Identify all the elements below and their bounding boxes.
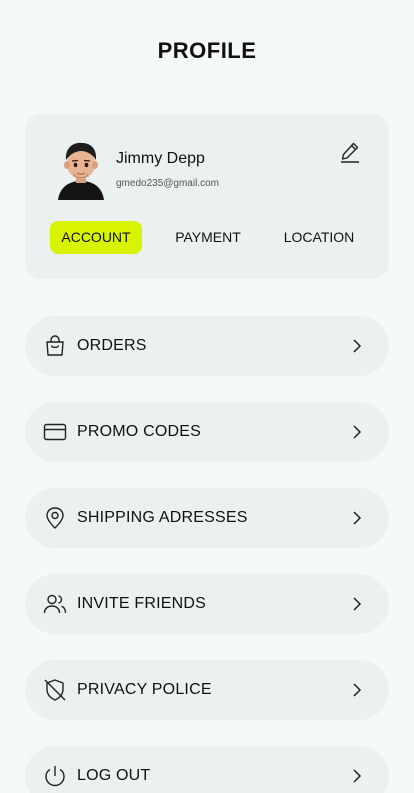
menu-item-label: SHIPPING ADRESSES [77, 509, 248, 526]
tab-account[interactable]: ACCOUNT [50, 221, 142, 254]
shield-off-icon [43, 678, 67, 702]
shopping-bag-icon [43, 334, 67, 358]
menu-item-label: PRIVACY POLICE [77, 681, 212, 698]
menu-item-invite-friends[interactable]: INVITE FRIENDS [25, 574, 389, 634]
page-title: PROFILE [157, 38, 257, 63]
chevron-right-icon [349, 424, 365, 440]
chevron-right-icon [349, 682, 365, 698]
profile-name: Jimmy Depp [116, 150, 205, 167]
chevron-right-icon [349, 338, 365, 354]
profile-email: gmedo235@gmail.com [116, 178, 219, 189]
avatar [52, 136, 110, 200]
credit-card-icon [43, 420, 67, 444]
menu-item-shipping-addresses[interactable]: SHIPPING ADRESSES [25, 488, 389, 548]
profile-screen: PROFILE Jimmy Depp gmedo235@gmail.com AC… [0, 0, 414, 793]
menu-item-label: LOG OUT [77, 767, 151, 784]
edit-pencil-icon [341, 142, 359, 163]
chevron-right-icon [349, 510, 365, 526]
power-icon [43, 764, 67, 788]
chevron-right-icon [349, 768, 365, 784]
tab-payment[interactable]: PAYMENT [165, 221, 251, 254]
menu-item-privacy-policy[interactable]: PRIVACY POLICE [25, 660, 389, 720]
edit-profile-button[interactable] [338, 140, 362, 164]
tab-location[interactable]: LOCATION [274, 221, 364, 254]
menu-item-label: PROMO CODES [77, 423, 201, 440]
menu-item-label: INVITE FRIENDS [77, 595, 207, 612]
menu-item-promo-codes[interactable]: PROMO CODES [25, 402, 389, 462]
menu-item-orders[interactable]: ORDERS [25, 316, 389, 376]
profile-card: Jimmy Depp gmedo235@gmail.com ACCOUNT PA… [25, 114, 389, 279]
menu-item-label: ORDERS [77, 337, 147, 354]
users-icon [43, 592, 67, 616]
menu-item-log-out[interactable]: LOG OUT [25, 746, 389, 793]
chevron-right-icon [349, 596, 365, 612]
map-pin-icon [43, 506, 67, 530]
